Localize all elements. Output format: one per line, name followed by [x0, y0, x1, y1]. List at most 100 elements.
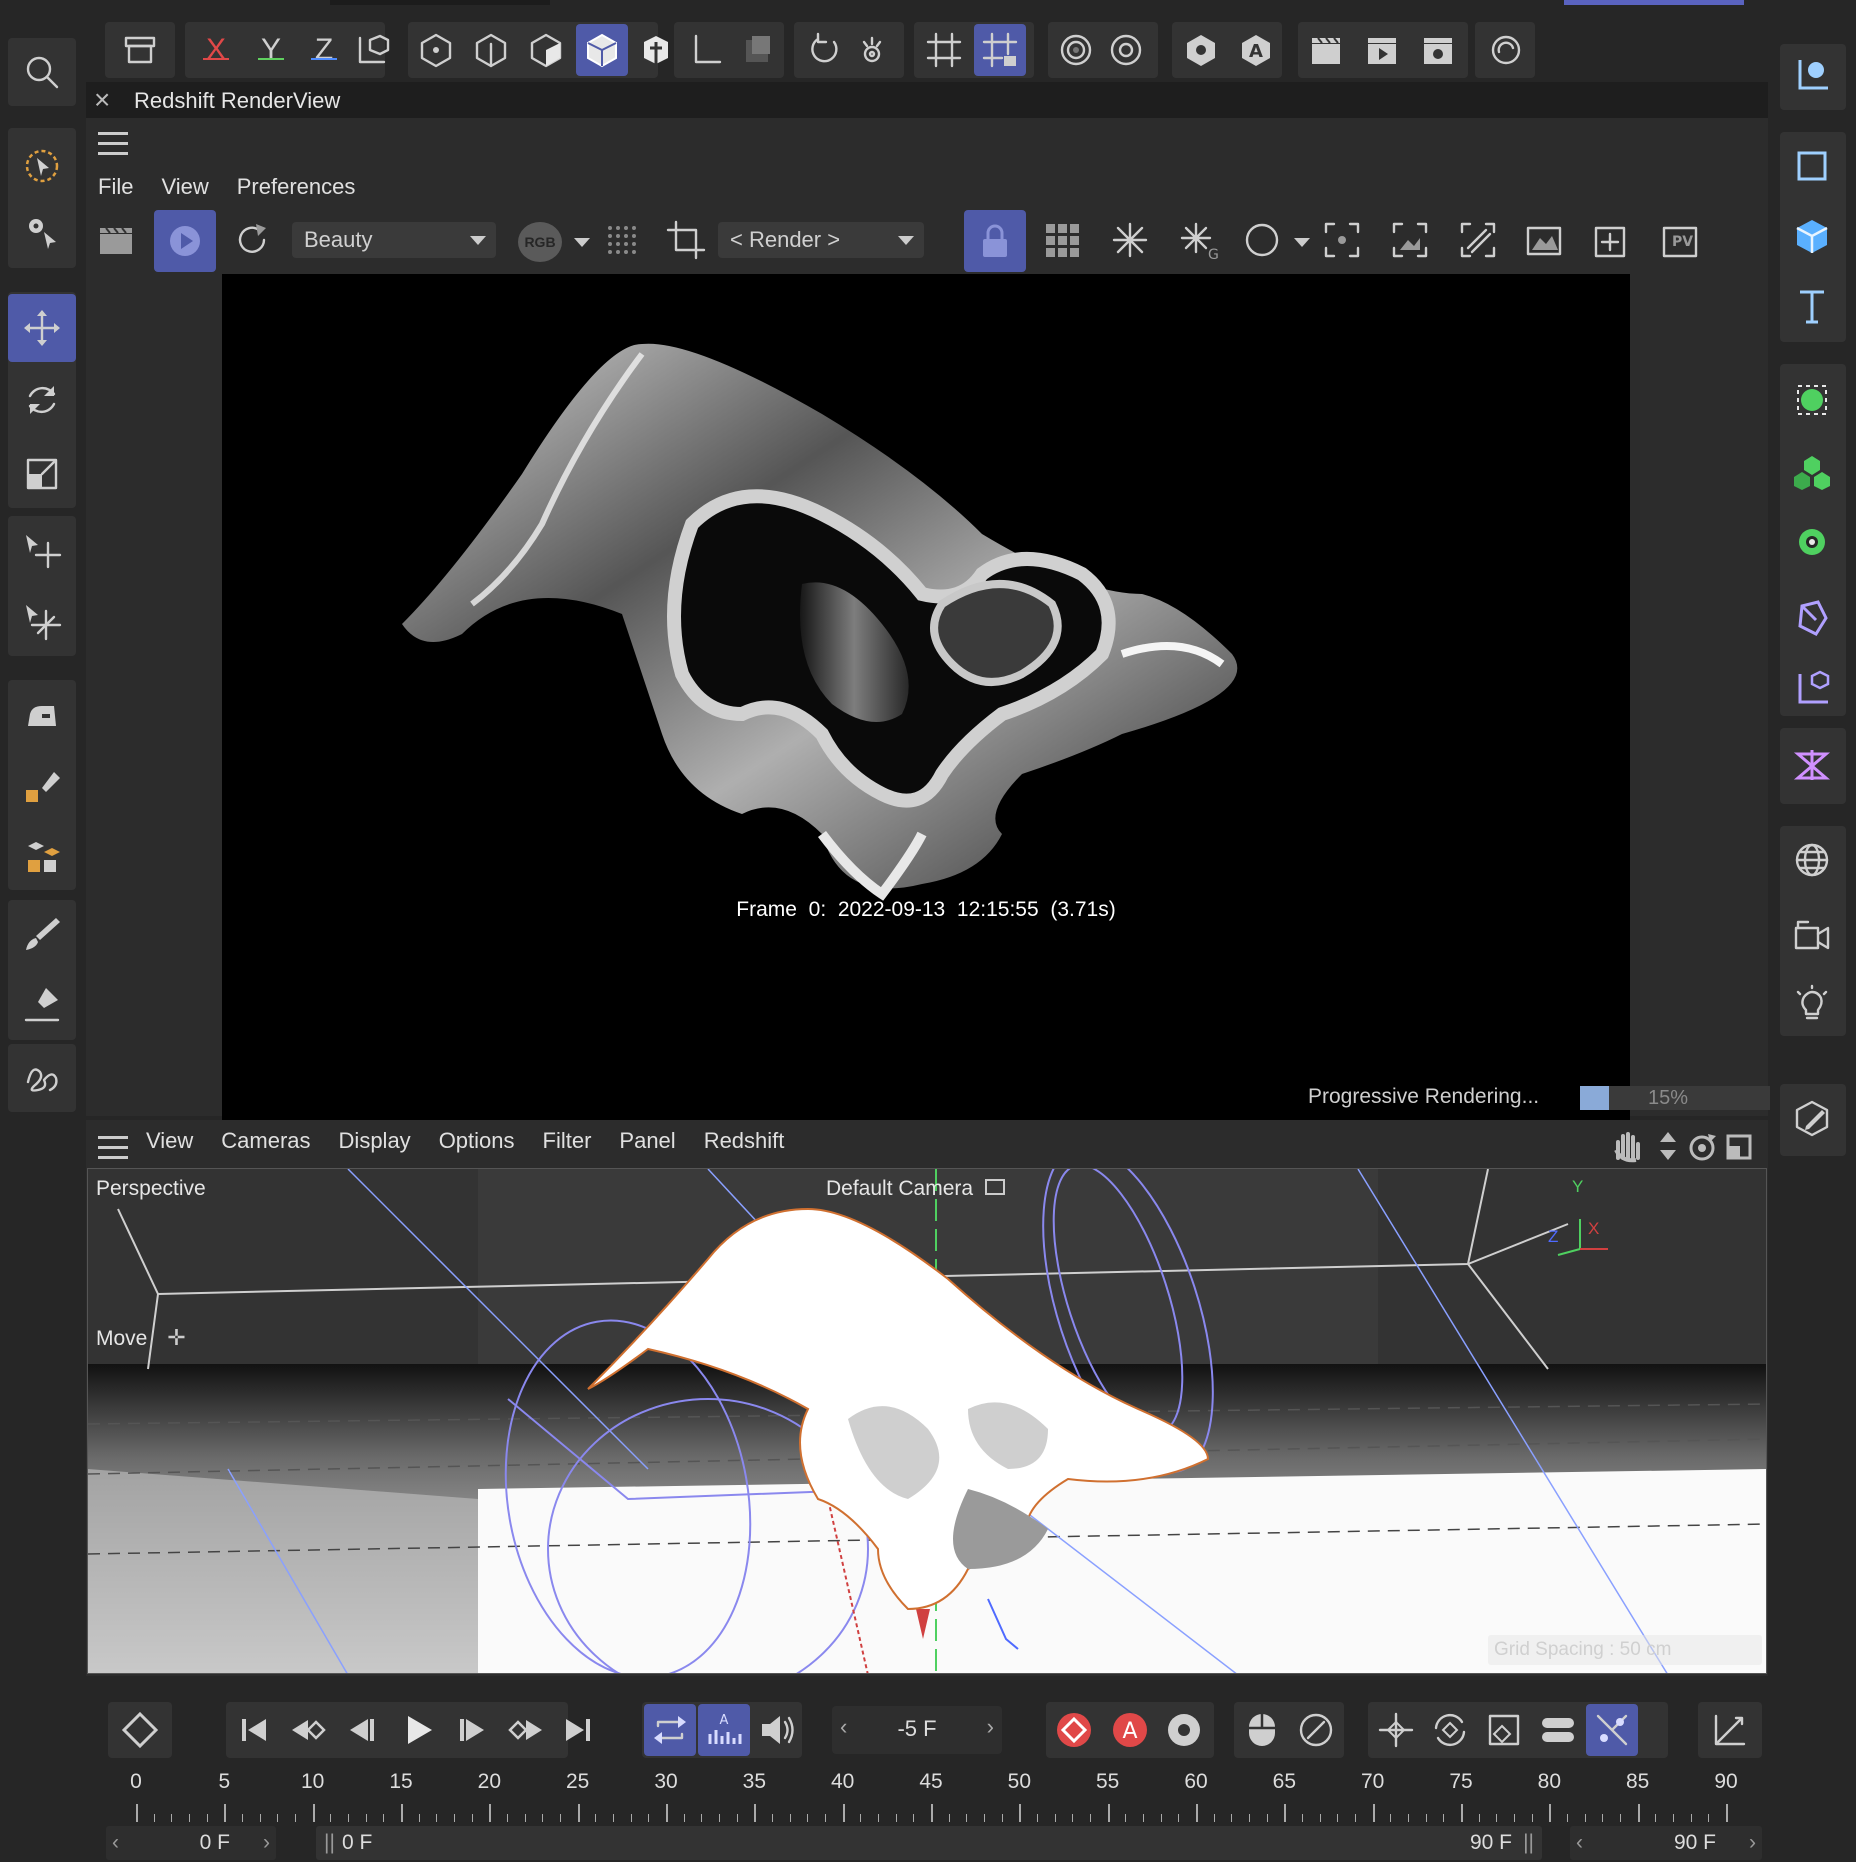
- coord-system-button[interactable]: [346, 24, 398, 76]
- polygons-mode-button[interactable]: [520, 24, 572, 76]
- fcurve-button[interactable]: [1704, 1704, 1756, 1756]
- cloner-button[interactable]: [1786, 446, 1838, 498]
- start-render-button[interactable]: [154, 210, 216, 272]
- menu-preferences[interactable]: Preferences: [237, 174, 356, 199]
- dynamic-place-button[interactable]: [16, 595, 68, 647]
- workplane-button[interactable]: [918, 24, 970, 76]
- deformer-button[interactable]: [1786, 592, 1838, 644]
- end-frame-value[interactable]: 90 F: [1674, 1831, 1716, 1855]
- range-left-handle[interactable]: ||: [324, 1831, 335, 1855]
- view-label[interactable]: Perspective: [96, 1177, 206, 1201]
- circle-chevron-icon[interactable]: [1294, 238, 1310, 247]
- play-button[interactable]: [392, 1704, 444, 1756]
- key-pla-button[interactable]: [1586, 1704, 1638, 1756]
- undo-view-button[interactable]: [798, 24, 850, 76]
- vp-menu-view[interactable]: View: [146, 1128, 193, 1153]
- prev-key-button[interactable]: [282, 1704, 334, 1756]
- add-snapshot-button[interactable]: [1586, 214, 1638, 266]
- iron-tool-button[interactable]: [16, 690, 68, 742]
- vp-menu-cameras[interactable]: Cameras: [221, 1128, 310, 1153]
- aov-dropdown[interactable]: Beauty: [292, 222, 496, 258]
- region-button[interactable]: [1384, 214, 1436, 266]
- vp-menu-filter[interactable]: Filter: [543, 1128, 592, 1153]
- go-to-start-button[interactable]: [228, 1704, 280, 1756]
- current-frame-box[interactable]: ‹ -5 F ›: [832, 1706, 1002, 1754]
- generator-button[interactable]: [1786, 374, 1838, 426]
- move-tool-button[interactable]: [8, 294, 76, 362]
- render-view-button[interactable]: [1300, 24, 1352, 76]
- settings-cog-button[interactable]: [846, 24, 898, 76]
- go-to-end-button[interactable]: [552, 1704, 604, 1756]
- display-filter-button[interactable]: [1175, 24, 1227, 76]
- redshift-button[interactable]: [1480, 24, 1532, 76]
- focus-button[interactable]: [1316, 214, 1368, 266]
- auto-button[interactable]: A: [1230, 24, 1282, 76]
- renderview-hamburger[interactable]: [98, 132, 128, 156]
- range-slider[interactable]: || 0 F 90 F ||: [316, 1826, 1542, 1860]
- lock-button[interactable]: [964, 210, 1026, 272]
- render-dropdown[interactable]: < Render >: [718, 222, 924, 258]
- key-rotation-button[interactable]: [1424, 1704, 1476, 1756]
- render-settings-clapper-button[interactable]: [90, 214, 142, 266]
- vp-menu-display[interactable]: Display: [339, 1128, 411, 1153]
- effector-button[interactable]: [1786, 516, 1838, 568]
- environment-button[interactable]: [1786, 834, 1838, 886]
- cube-object-button[interactable]: [1786, 210, 1838, 262]
- next-frame-button[interactable]: [446, 1704, 498, 1756]
- current-frame-value[interactable]: -5 F: [832, 1716, 1002, 1742]
- key-settings-button[interactable]: [1158, 1704, 1210, 1756]
- search-button[interactable]: [16, 46, 68, 98]
- maximize-view-icon[interactable]: [1726, 1134, 1752, 1160]
- snowflake-g-button[interactable]: G: [1172, 214, 1224, 266]
- spline-object-button[interactable]: [1786, 48, 1838, 100]
- rgb-badge-button[interactable]: RGB: [518, 222, 562, 262]
- tweak-button[interactable]: [16, 206, 68, 258]
- prev-frame-button[interactable]: [336, 1704, 388, 1756]
- start-frame-value[interactable]: 0 F: [200, 1831, 230, 1855]
- render-to-picture-viewer-button[interactable]: [1356, 24, 1408, 76]
- lock-x-button[interactable]: X: [190, 24, 242, 76]
- frame-next-chevron-icon[interactable]: ›: [987, 1714, 994, 1740]
- key-parameter-button[interactable]: [1532, 1704, 1584, 1756]
- compare-button[interactable]: [1452, 214, 1504, 266]
- start-frame-field[interactable]: ‹ 0 F ›: [106, 1826, 276, 1860]
- sketch-tool-button[interactable]: [16, 1052, 68, 1104]
- snapshot-button[interactable]: [1518, 214, 1570, 266]
- scale-tool-button[interactable]: [16, 448, 68, 500]
- circle-button[interactable]: [1236, 214, 1288, 266]
- material-button[interactable]: [1786, 1092, 1838, 1144]
- brush-tool-button[interactable]: [16, 908, 68, 960]
- snap-toggle-button[interactable]: [974, 24, 1026, 76]
- vp-menu-redshift[interactable]: Redshift: [704, 1128, 785, 1153]
- key-interpolation-button[interactable]: [1290, 1704, 1342, 1756]
- render-settings-button[interactable]: [1412, 24, 1464, 76]
- viewport-hamburger[interactable]: [98, 1136, 128, 1160]
- pen-tool-button[interactable]: [16, 760, 68, 812]
- vp-menu-options[interactable]: Options: [439, 1128, 515, 1153]
- playback-rate-button[interactable]: A: [698, 1704, 750, 1756]
- text-object-button[interactable]: [1786, 280, 1838, 332]
- end-frame-field[interactable]: ‹ 90 F ›: [1570, 1826, 1762, 1860]
- refresh-button[interactable]: [226, 214, 278, 266]
- autokey-button[interactable]: A: [1104, 1704, 1156, 1756]
- frame-ruler[interactable]: 0 5 10 15 20 25 30 35 40 45 50 55 60 65 70 75 80 85 90: [126, 1770, 1738, 1822]
- lock-z-button[interactable]: Z: [298, 24, 350, 76]
- snowflake-button[interactable]: [1104, 214, 1156, 266]
- crop-button[interactable]: [660, 214, 712, 266]
- interactive-render-button[interactable]: [1100, 24, 1152, 76]
- sound-button[interactable]: [752, 1704, 804, 1756]
- live-selection-button[interactable]: [16, 140, 68, 192]
- axis-mode-button[interactable]: [680, 24, 732, 76]
- key-position-button[interactable]: [1370, 1704, 1422, 1756]
- end-next-chevron-icon[interactable]: ›: [1749, 1831, 1756, 1855]
- rectangle-spline-button[interactable]: [1786, 140, 1838, 192]
- dolly-arrows-icon[interactable]: [1660, 1132, 1676, 1160]
- key-filter-button[interactable]: [1236, 1704, 1288, 1756]
- camera-button[interactable]: [1786, 908, 1838, 960]
- viewport-solo-button[interactable]: [1050, 24, 1102, 76]
- points-mode-button[interactable]: [410, 24, 462, 76]
- menu-file[interactable]: File: [98, 174, 133, 199]
- orbit-icon[interactable]: [1689, 1134, 1716, 1161]
- placement-tool-button[interactable]: [16, 525, 68, 577]
- viewport-canvas[interactable]: Perspective Default Camera Move ✛ Y X Z …: [87, 1168, 1767, 1674]
